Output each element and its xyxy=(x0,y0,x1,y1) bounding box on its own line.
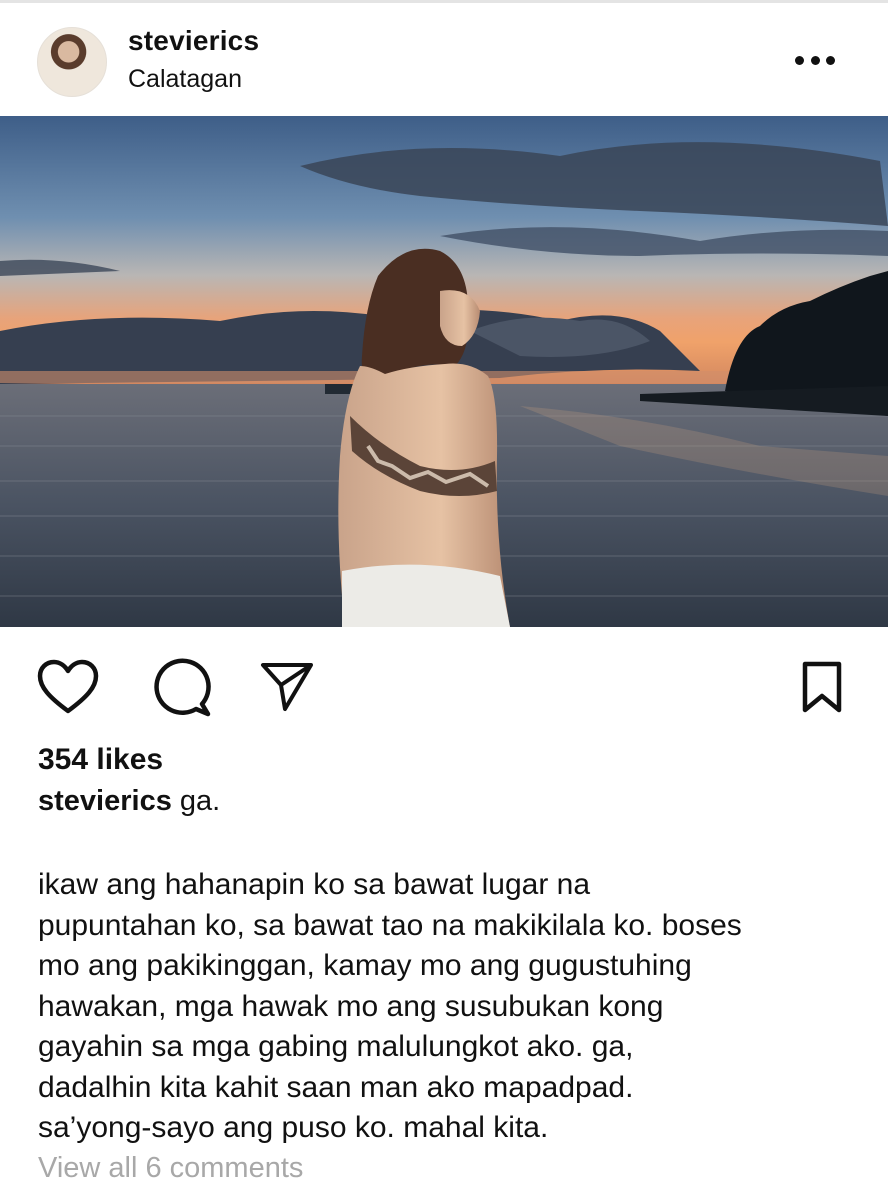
comment-button[interactable] xyxy=(149,655,213,719)
caption-body-line: pupuntahan ko, sa bawat tao na makikilal… xyxy=(38,908,742,942)
caption-body-line: gayahin sa mga gabing malulungkot ako. g… xyxy=(38,1030,634,1063)
sunset-beach-photo xyxy=(0,116,888,627)
share-button[interactable] xyxy=(255,655,319,719)
save-button[interactable] xyxy=(793,655,851,719)
comment-bubble-icon xyxy=(154,658,211,717)
more-options-icon[interactable] xyxy=(791,45,839,75)
post-location[interactable]: Calatagan xyxy=(128,65,242,94)
caption-body-line: ikaw ang hahanapin ko sa bawat lugar na xyxy=(38,868,591,901)
paper-plane-icon xyxy=(261,663,313,711)
caption-text: ga. xyxy=(179,785,221,817)
caption-body-line: hawakan, mga hawak mo ang susubukan kong xyxy=(38,989,664,1023)
caption-username[interactable]: stevierics xyxy=(38,785,172,817)
caption-body: ikaw ang hahanapin ko sa bawat lugar na … xyxy=(38,865,868,1149)
caption-body-line: dadalhin kita kahit saan man ako mapadpa… xyxy=(38,1070,634,1104)
caption-body-line: mo ang pakikinggan, kamay mo ang gugustu… xyxy=(38,949,692,982)
caption-body-line: sa’yong-sayo ang puso ko. mahal kita. xyxy=(38,1111,549,1144)
avatar[interactable] xyxy=(37,27,107,97)
post-header: stevierics Calatagan xyxy=(0,3,888,115)
view-all-comments-link[interactable]: View all 6 comments xyxy=(38,1152,303,1185)
bookmark-icon xyxy=(802,661,842,713)
heart-icon xyxy=(37,659,99,714)
likes-count[interactable]: 354 likes xyxy=(38,743,163,777)
caption: stevierics ga. xyxy=(38,785,220,818)
like-button[interactable] xyxy=(36,655,100,719)
post-photo[interactable] xyxy=(0,116,888,627)
post-username[interactable]: stevierics xyxy=(128,25,259,57)
